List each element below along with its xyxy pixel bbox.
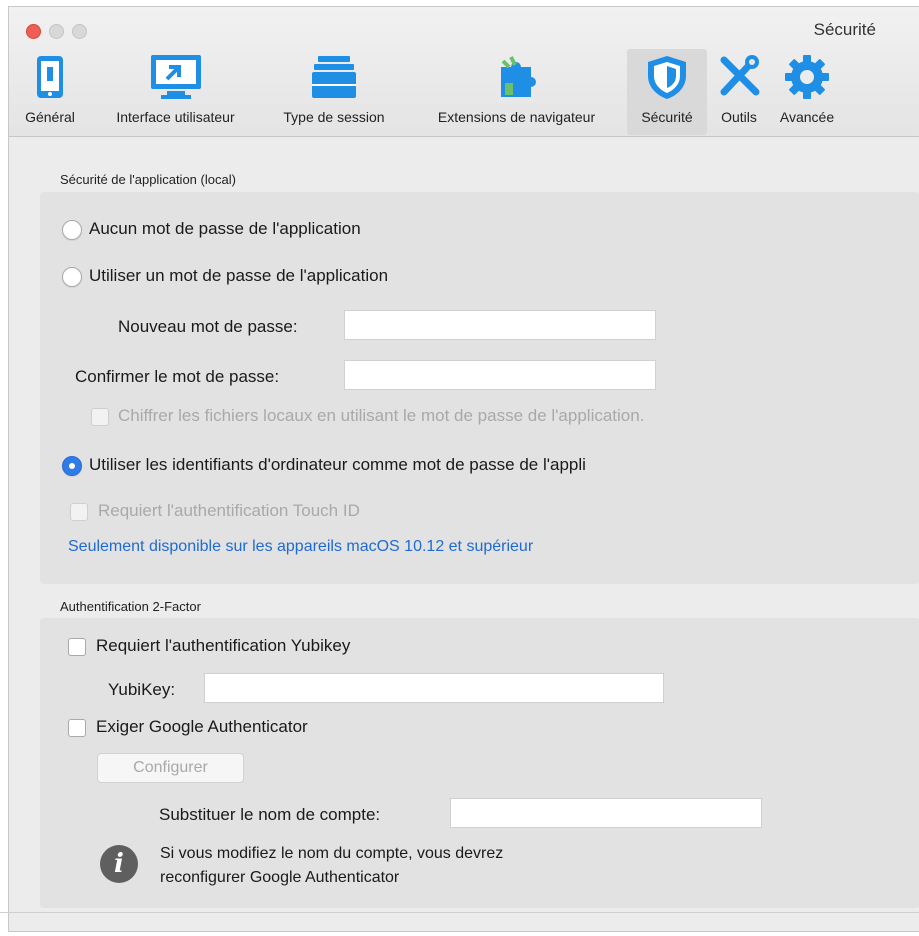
- account-name-field[interactable]: [450, 798, 762, 828]
- new-password-field[interactable]: [344, 310, 656, 340]
- shield-icon: [646, 49, 688, 105]
- titlebar: Sécurité Général Interface utilisateur T…: [9, 7, 919, 137]
- yubikey-check-label: Requiert l'authentification Yubikey: [96, 636, 351, 655]
- configure-button[interactable]: Configurer: [97, 753, 244, 783]
- info-icon: i: [100, 845, 138, 883]
- toolbar-item-security[interactable]: Sécurité: [627, 49, 707, 135]
- monitor-icon: [149, 49, 203, 105]
- touch-id-checkbox[interactable]: [70, 503, 88, 521]
- new-password-label: Nouveau mot de passe:: [118, 317, 298, 336]
- radio-computer-credentials[interactable]: [62, 456, 82, 476]
- toolbar-label-extensions: Extensions de navigateur: [437, 109, 596, 125]
- radio-no-password[interactable]: [62, 220, 82, 240]
- info-text-line1: Si vous modifiez le nom du compte, vous …: [160, 845, 504, 862]
- toolbar-label-interface: Interface utilisateur: [116, 109, 235, 125]
- two-factor-title: Authentification 2-Factor: [60, 599, 201, 614]
- toolbar-item-interface[interactable]: Interface utilisateur: [93, 49, 258, 135]
- toolbar-label-advanced: Avancée: [779, 109, 835, 125]
- window-title: Sécurité: [813, 20, 876, 39]
- google-auth-checkbox[interactable]: [68, 719, 86, 737]
- minimize-button[interactable]: [49, 24, 64, 39]
- touch-id-label: Requiert l'authentification Touch ID: [98, 501, 360, 520]
- window-bottom-divider: [0, 912, 919, 913]
- confirm-password-label: Confirmer le mot de passe:: [75, 367, 280, 386]
- info-text-line2: reconfigurer Google Authenticator: [160, 869, 400, 886]
- puzzle-icon: [491, 49, 543, 105]
- close-button[interactable]: [26, 24, 41, 39]
- toolbar-item-tools[interactable]: Outils: [711, 49, 767, 135]
- toolbar-label-security: Sécurité: [641, 109, 693, 125]
- phone-icon: [35, 49, 65, 105]
- radio-no-password-label: Aucun mot de passe de l'application: [89, 219, 361, 238]
- drawer-icon: [310, 49, 358, 105]
- account-name-label: Substituer le nom de compte:: [159, 805, 381, 824]
- tools-icon: [716, 49, 762, 105]
- toolbar-label-session: Type de session: [283, 109, 385, 125]
- toolbar-item-extensions[interactable]: Extensions de navigateur: [409, 49, 624, 135]
- toolbar-label-tools: Outils: [721, 109, 757, 125]
- toolbar-label-general: Général: [25, 109, 75, 125]
- radio-app-password-label: Utiliser un mot de passe de l'applicatio…: [89, 266, 389, 285]
- toolbar-item-advanced[interactable]: Avancée: [771, 49, 843, 135]
- encrypt-label: Chiffrer les fichiers locaux en utilisan…: [118, 406, 645, 425]
- app-security-title: Sécurité de l'application (local): [60, 172, 236, 187]
- zoom-button[interactable]: [72, 24, 87, 39]
- macos-note: Seulement disponible sur les appareils m…: [68, 538, 534, 555]
- yubikey-field[interactable]: [204, 673, 664, 703]
- gear-icon: [784, 49, 830, 105]
- encrypt-checkbox[interactable]: [91, 408, 109, 426]
- toolbar-item-session[interactable]: Type de session: [264, 49, 404, 135]
- yubikey-checkbox[interactable]: [68, 638, 86, 656]
- toolbar-item-general[interactable]: Général: [15, 49, 85, 135]
- confirm-password-field[interactable]: [344, 360, 656, 390]
- radio-app-password[interactable]: [62, 267, 82, 287]
- google-auth-label: Exiger Google Authenticator: [96, 717, 308, 736]
- yubikey-label: YubiKey:: [108, 680, 176, 699]
- radio-computer-credentials-label: Utiliser les identifiants d'ordinateur c…: [89, 455, 586, 474]
